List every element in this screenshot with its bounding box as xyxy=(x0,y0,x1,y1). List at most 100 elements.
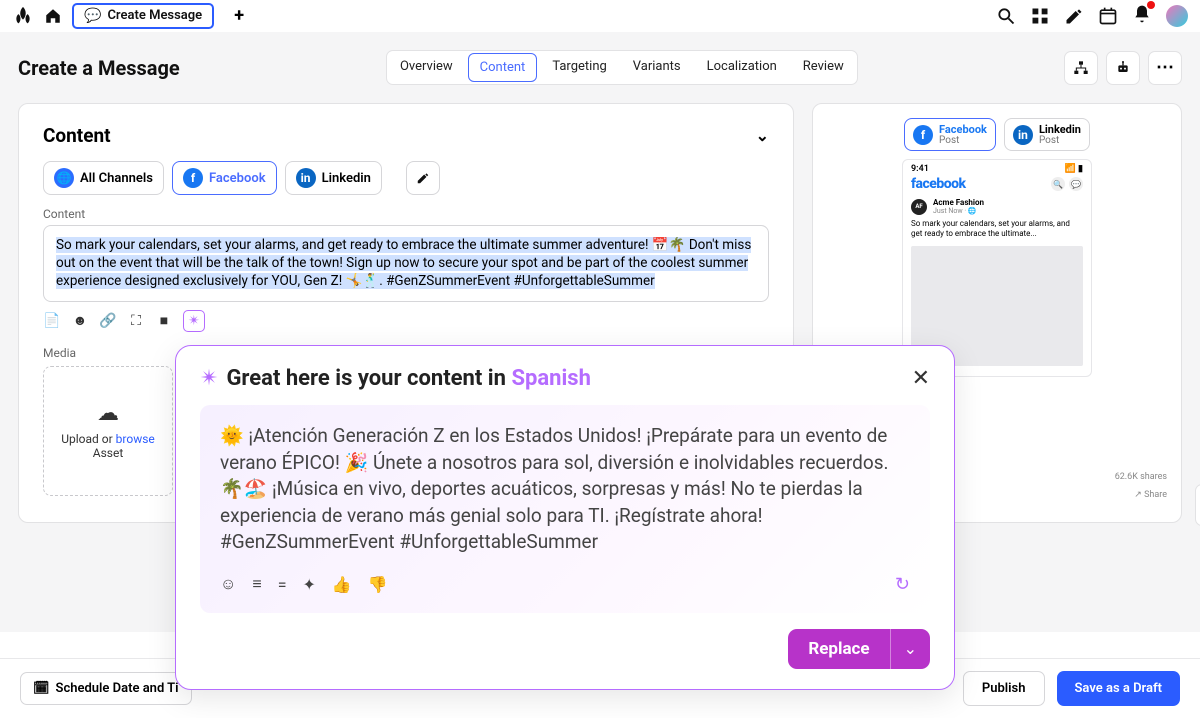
editor-toolbar: 📄 ☻ 🔗 ⛶ ■ ✴ xyxy=(43,310,769,332)
tab-targeting[interactable]: Targeting xyxy=(539,51,619,84)
app-logo-icon xyxy=(12,5,34,27)
publish-button[interactable]: Publish xyxy=(963,671,1045,706)
tab-localization[interactable]: Localization xyxy=(694,51,790,84)
tab-variants[interactable]: Variants xyxy=(620,51,694,84)
facebook-icon: f xyxy=(913,125,933,145)
page-header: Create a Message Overview Content Target… xyxy=(18,50,1182,85)
replace-dropdown[interactable]: ⌄ xyxy=(890,629,930,669)
preview-tabs: f FacebookPost in LinkedinPost xyxy=(823,118,1171,151)
linkedin-icon: in xyxy=(1013,125,1033,145)
close-icon[interactable]: ✕ xyxy=(912,366,930,391)
page-actions: ⋯ xyxy=(1064,51,1182,85)
preview-tab-facebook[interactable]: f FacebookPost xyxy=(904,118,996,151)
thumbs-up-icon[interactable]: 👍 xyxy=(332,575,352,594)
robot-button[interactable] xyxy=(1106,51,1140,85)
tab-review[interactable]: Review xyxy=(790,51,857,84)
preview-tab-linkedin[interactable]: in LinkedinPost xyxy=(1004,118,1090,151)
message-text: So mark your calendars, set your alarms,… xyxy=(56,237,751,289)
more-button[interactable]: ⋯ xyxy=(1148,51,1182,85)
ai-assist-button[interactable]: ✴ xyxy=(183,310,205,332)
section-tabs: Overview Content Targeting Variants Loca… xyxy=(386,50,858,85)
calendar-small-icon: 🗓 xyxy=(33,681,50,696)
media-dropzone[interactable]: ☁︎ Upload or browse Asset xyxy=(43,366,173,496)
regenerate-icon[interactable]: ↻ xyxy=(895,574,910,595)
message-icon: 💬 xyxy=(84,8,101,24)
ai-generated-text: 🌞 ¡Atención Generación Z en los Estados … xyxy=(220,423,910,556)
ai-popup-footer: Replace ⌄ xyxy=(200,629,930,669)
linkedin-icon: in xyxy=(296,168,316,188)
ai-popup-title: Great here is your content in Spanish xyxy=(226,366,590,391)
link-icon[interactable]: 🔗 xyxy=(99,312,117,330)
video-icon[interactable]: ■ xyxy=(155,312,173,330)
schedule-label: Schedule Date and Ti xyxy=(56,681,179,696)
search-icon[interactable] xyxy=(996,6,1016,26)
notifications-button[interactable] xyxy=(1132,4,1152,28)
ai-sparkle-icon[interactable]: ✦ xyxy=(302,575,315,594)
ai-align-icon[interactable]: ≡ xyxy=(252,574,261,594)
ai-result-popup: ✴ Great here is your content in Spanish … xyxy=(175,345,955,690)
content-heading: Content xyxy=(43,124,111,147)
facebook-icon: f xyxy=(183,168,203,188)
expand-icon[interactable]: ⛶ xyxy=(127,312,145,330)
edit-channels-button[interactable] xyxy=(406,161,440,195)
page-title: Create a Message xyxy=(18,56,180,80)
post-avatar: AF xyxy=(911,199,927,215)
save-draft-button[interactable]: Save as a Draft xyxy=(1057,671,1181,706)
emoji-icon[interactable]: ☻ xyxy=(71,312,89,330)
topbar-left: 💬 Create Message + xyxy=(12,3,244,29)
ai-star-icon: ✴ xyxy=(200,366,218,391)
message-textarea[interactable]: So mark your calendars, set your alarms,… xyxy=(43,225,769,302)
channel-all[interactable]: 🌐 All Channels xyxy=(43,161,164,195)
ai-language: Spanish xyxy=(511,366,590,391)
attachment-icon[interactable]: 📄 xyxy=(43,312,61,330)
ai-popup-header: ✴ Great here is your content in Spanish … xyxy=(200,366,930,391)
compose-icon[interactable] xyxy=(1064,6,1084,26)
device-toggle: ▯ ▭ xyxy=(1195,484,1200,526)
replace-button[interactable]: Replace xyxy=(788,629,889,669)
channel-facebook-label: Facebook xyxy=(209,171,266,186)
signal-icon: 📶 ▮ xyxy=(1065,164,1083,174)
workspace-tab[interactable]: 💬 Create Message xyxy=(72,3,214,29)
bottom-actions: Publish Save as a Draft xyxy=(963,671,1180,706)
facebook-header: facebook 🔍 💬 xyxy=(911,176,1083,192)
replace-button-group: Replace ⌄ xyxy=(788,629,930,669)
channel-row: 🌐 All Channels f Facebook in Linkedin xyxy=(43,161,769,195)
content-heading-row: Content ⌄ xyxy=(43,124,769,147)
channel-all-label: All Channels xyxy=(80,171,153,186)
apps-icon[interactable] xyxy=(1030,6,1050,26)
phone-status-bar: 9:41 📶 ▮ xyxy=(911,164,1083,174)
fb-messenger-icon: 💬 xyxy=(1069,177,1083,191)
channel-facebook[interactable]: f Facebook xyxy=(172,161,277,195)
new-tab-button[interactable]: + xyxy=(234,5,244,26)
home-icon[interactable] xyxy=(44,7,62,25)
channel-linkedin-label: Linkedin xyxy=(322,171,371,186)
tab-content[interactable]: Content xyxy=(468,53,538,82)
reach-estimate: 62.6K shares xyxy=(1115,472,1167,482)
globe-icon: 🌐 xyxy=(54,168,74,188)
message-field-label: Content xyxy=(43,207,769,221)
workspace-tab-label: Create Message xyxy=(107,8,202,23)
user-avatar[interactable] xyxy=(1166,5,1188,27)
media-drop-text: Upload or browse Asset xyxy=(61,432,155,460)
calendar-icon[interactable] xyxy=(1098,6,1118,26)
ai-tools: ☺ ≡ = ✦ 👍 👎 ↻ xyxy=(220,574,910,595)
ai-emoji-icon[interactable]: ☺ xyxy=(220,574,236,594)
thumbs-down-icon[interactable]: 👎 xyxy=(368,575,388,594)
topbar-right xyxy=(996,4,1188,28)
notification-dot xyxy=(1147,1,1155,9)
facebook-logo: facebook xyxy=(911,176,966,192)
browse-link[interactable]: browse xyxy=(116,432,155,446)
post-header: AF Acme Fashion Just Now · 🌐 xyxy=(911,198,1083,215)
schedule-button[interactable]: 🗓 Schedule Date and Ti xyxy=(20,672,192,705)
ai-result-body: 🌞 ¡Atención Generación Z en los Estados … xyxy=(200,405,930,613)
collapse-icon[interactable]: ⌄ xyxy=(756,126,769,145)
post-timestamp: Just Now · 🌐 xyxy=(933,207,984,215)
pencil-icon xyxy=(416,171,430,185)
cloud-upload-icon: ☁︎ xyxy=(97,401,119,426)
channel-linkedin[interactable]: in Linkedin xyxy=(285,161,382,195)
hierarchy-button[interactable] xyxy=(1064,51,1098,85)
share-label: ↗ Share xyxy=(1134,490,1167,500)
ai-shorten-icon[interactable]: = xyxy=(278,575,287,594)
tab-overview[interactable]: Overview xyxy=(387,51,466,84)
fb-search-icon: 🔍 xyxy=(1051,177,1065,191)
